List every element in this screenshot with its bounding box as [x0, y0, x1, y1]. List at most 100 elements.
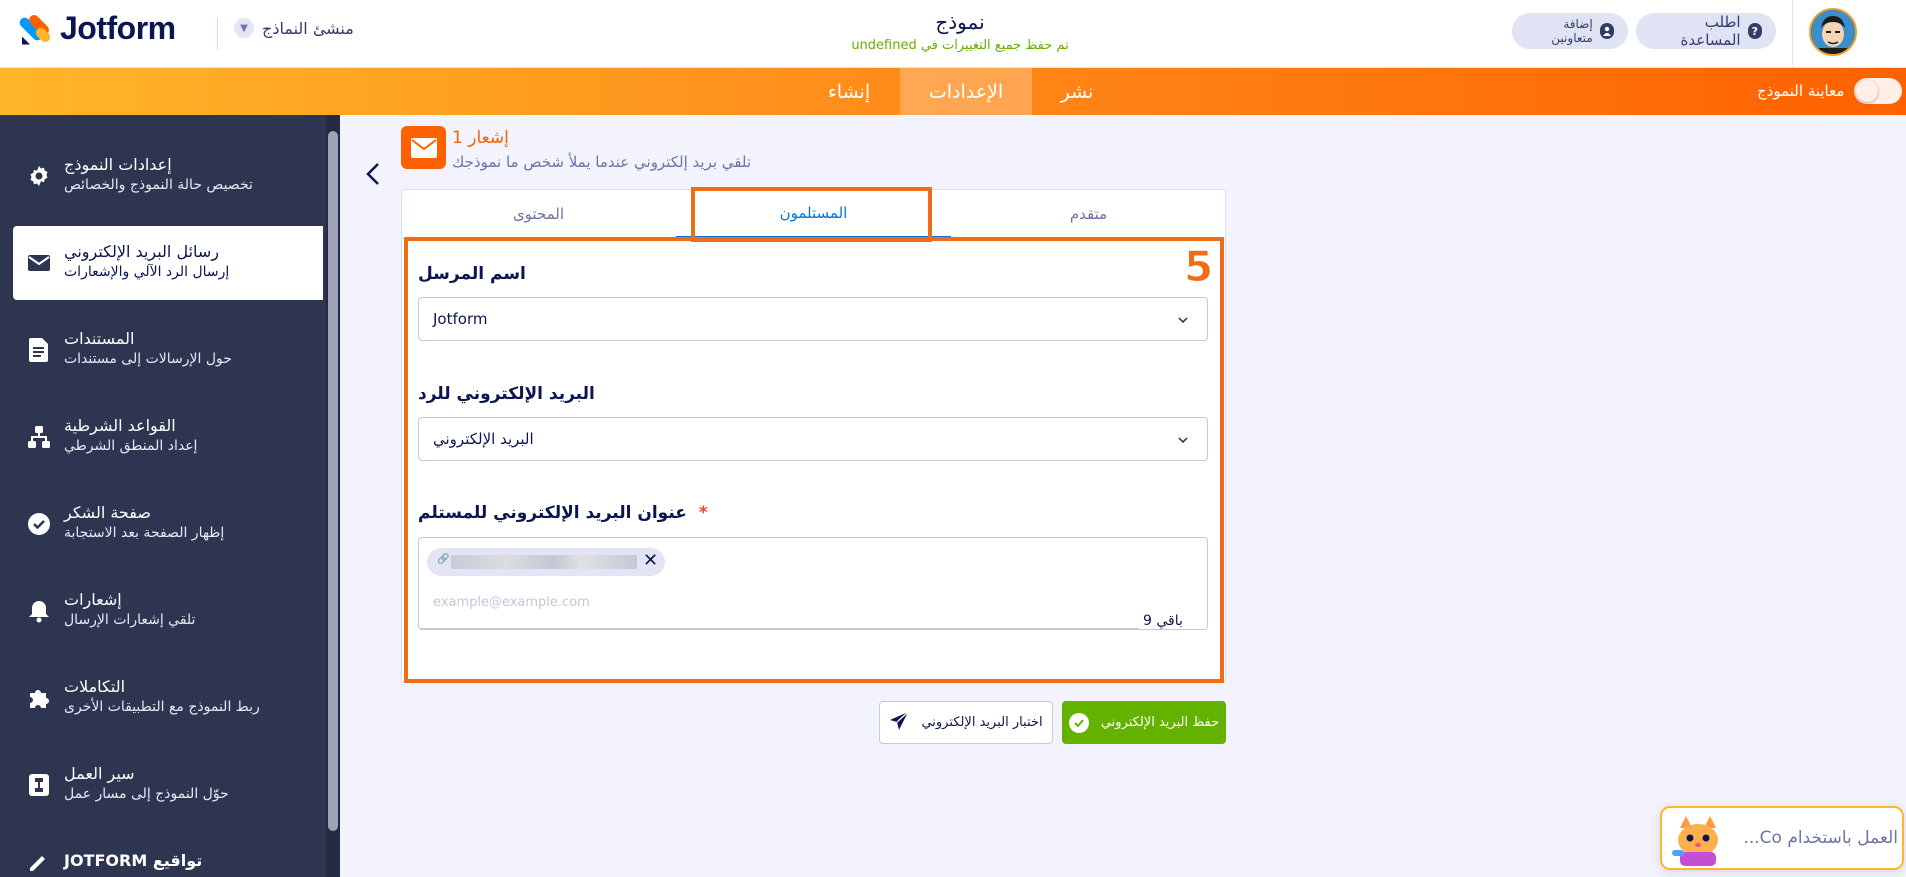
- tutorial-step-number: 5: [1183, 242, 1214, 292]
- sidebar-item-title: القواعد الشرطية: [64, 416, 176, 435]
- hierarchy-icon: [26, 424, 52, 450]
- sidebar-item-text: المستندات حول الإرسالات إلى مستندات: [64, 329, 314, 367]
- builder-navbar: إنشاء الإعدادات نشر معاينة النموذج: [0, 68, 1906, 115]
- sidebar-item-form-settings[interactable]: إعدادات النموذج تخصيص حالة النموذج والخص…: [13, 139, 323, 213]
- sender-name-label: اسم المرسل: [418, 264, 526, 284]
- email-notification-icon: [401, 126, 446, 169]
- recipient-email-label-text: عنوان البريد الإلكتروني للمستلم: [418, 503, 687, 523]
- recipient-email-input[interactable]: 🔗 ✕ example@example.com باقي 9: [418, 537, 1208, 630]
- sidebar-item-text: التكاملات ربط النموذج مع التطبيقات الأخر…: [64, 677, 314, 715]
- workflow-icon: [26, 772, 52, 798]
- check-icon: [1068, 712, 1089, 733]
- sidebar-item-conditions[interactable]: القواعد الشرطية إعداد المنطق الشرطي: [13, 400, 323, 474]
- add-collaborators-button[interactable]: إضافة متعاونين: [1512, 13, 1628, 49]
- top-header: Jotform منشئ النماذج ▼ نموذج تم حفظ جميع…: [0, 0, 1906, 68]
- get-help-button[interactable]: ? اطلب المساعدة: [1636, 13, 1776, 49]
- tab-advanced[interactable]: متقدم: [951, 189, 1226, 239]
- question-icon: ?: [1747, 23, 1762, 39]
- sidebar-item-text: إشعارات تلقي إشعارات الإرسال: [64, 590, 314, 628]
- jotform-logo[interactable]: Jotform: [17, 10, 176, 47]
- envelope-icon: [26, 250, 52, 276]
- sidebar-item-subtitle: إعداد المنطق الشرطي: [64, 438, 198, 454]
- tab-settings[interactable]: الإعدادات: [900, 68, 1032, 115]
- remaining-count: باقي 9: [1139, 613, 1187, 629]
- sidebar-item-subtitle: إرسال الرد الآلي والإشعارات: [64, 264, 230, 280]
- sidebar-item-title: صفحة الشكر: [64, 503, 151, 522]
- form-preview-label: معاينة النموذج: [1757, 82, 1845, 100]
- sidebar-item-text: رسائل البريد الإلكتروني إرسال الرد الآلي…: [64, 242, 314, 280]
- back-arrow-icon[interactable]: [364, 162, 384, 186]
- chevron-down-icon: [1177, 432, 1189, 444]
- remove-tag-icon[interactable]: ✕: [643, 550, 658, 571]
- reply-to-value: البريد الإلكتروني: [433, 430, 534, 448]
- sidebar-item-title: التكاملات: [64, 677, 126, 696]
- redacted-email: [451, 555, 637, 569]
- sidebar-item-sign[interactable]: JOTFORM تواقيع: [13, 835, 323, 877]
- sidebar-item-title: رسائل البريد الإلكتروني: [64, 242, 220, 261]
- save-status: تم حفظ جميع التغييرات في undefined: [851, 38, 1069, 53]
- form-title[interactable]: نموذج: [780, 10, 1140, 34]
- notification-subtitle: تلقي بريد إلكتروني عندما يملأ شخص ما نمو…: [452, 153, 752, 171]
- form-title-area: نموذج تم حفظ جميع التغييرات في undefined: [780, 10, 1140, 53]
- tutorial-highlight-tab: [691, 187, 932, 242]
- required-asterisk: *: [698, 503, 708, 523]
- puzzle-icon: [26, 685, 52, 711]
- document-icon: [26, 337, 52, 363]
- get-help-label: اطلب المساعدة: [1680, 13, 1741, 49]
- add-collaborators-label: إضافة متعاونين: [1551, 17, 1593, 45]
- sidebar-scrollbar-thumb[interactable]: [328, 131, 338, 831]
- form-preview-toggle-area: معاينة النموذج: [1757, 78, 1903, 104]
- sender-name-select[interactable]: Jotform: [418, 297, 1208, 341]
- signature-icon: [26, 847, 52, 873]
- sidebar-item-documents[interactable]: المستندات حول الإرسالات إلى مستندات: [13, 313, 323, 387]
- input-underline: [419, 628, 1149, 629]
- sidebar-item-text: إعدادات النموذج تخصيص حالة النموذج والخص…: [64, 155, 314, 193]
- tab-create[interactable]: إنشاء: [800, 68, 898, 115]
- sidebar-item-subtitle: حول الإرسالات إلى مستندات: [64, 351, 232, 367]
- recipient-email-tag: 🔗 ✕: [427, 548, 665, 576]
- notification-heading: إشعار 1: [452, 128, 509, 148]
- chevron-down-icon: ▼: [234, 18, 254, 38]
- check-circle-icon: [26, 511, 52, 537]
- tab-content[interactable]: المحتوى: [401, 189, 676, 239]
- paper-plane-icon: [889, 711, 909, 735]
- sidebar-item-notifications[interactable]: إشعارات تلقي إشعارات الإرسال: [13, 574, 323, 648]
- sidebar-item-integrations[interactable]: التكاملات ربط النموذج مع التطبيقات الأخر…: [13, 661, 323, 735]
- ai-agent-widget[interactable]: العمل باستخدام Co...: [1660, 806, 1904, 870]
- save-email-button[interactable]: حفظ البريد الإلكتروني: [1062, 701, 1226, 744]
- bell-icon: [26, 598, 52, 624]
- sidebar-item-subtitle: حوّل النموذج إلى مسار عمل: [64, 786, 229, 802]
- reply-to-label: البريد الإلكتروني للرد: [418, 384, 595, 404]
- tab-publish[interactable]: نشر: [1032, 68, 1122, 115]
- avatar[interactable]: [1809, 8, 1857, 56]
- sidebar-item-subtitle: إظهار الصفحة بعد الاستجابة: [64, 525, 225, 541]
- link-icon: 🔗: [437, 554, 450, 565]
- sidebar-item-text: القواعد الشرطية إعداد المنطق الشرطي: [64, 416, 314, 454]
- sidebar-item-title: سير العمل: [64, 764, 135, 783]
- user-icon: [1599, 23, 1614, 39]
- sidebar-item-text: سير العمل حوّل النموذج إلى مسار عمل: [64, 764, 314, 802]
- sidebar-item-title: إشعارات: [64, 590, 122, 609]
- form-preview-toggle[interactable]: [1854, 78, 1903, 104]
- sidebar-item-workflow[interactable]: سير العمل حوّل النموذج إلى مسار عمل: [13, 748, 323, 822]
- sidebar-item-title: إعدادات النموذج: [64, 155, 172, 174]
- chevron-down-icon: [1177, 312, 1189, 324]
- sidebar-item-title: JOTFORM تواقيع: [64, 851, 203, 870]
- test-email-button[interactable]: اختبار البريد الإلكتروني: [879, 701, 1053, 744]
- gear-icon: [26, 163, 52, 189]
- header-divider: [217, 18, 218, 50]
- sidebar-item-title: المستندات: [64, 329, 135, 348]
- form-builder-dropdown[interactable]: منشئ النماذج ▼: [234, 18, 354, 38]
- header-divider: [1792, 0, 1793, 68]
- mascot-icon: [1670, 814, 1726, 868]
- recipient-email-placeholder: example@example.com: [433, 595, 590, 610]
- jotform-logo-mark: [17, 11, 53, 47]
- sender-name-value: Jotform: [433, 310, 488, 328]
- test-email-label: اختبار البريد الإلكتروني: [921, 715, 1043, 730]
- form-builder-label: منشئ النماذج: [262, 18, 354, 38]
- reply-to-select[interactable]: البريد الإلكتروني: [418, 417, 1208, 461]
- sidebar-item-emails[interactable]: رسائل البريد الإلكتروني إرسال الرد الآلي…: [13, 226, 323, 300]
- sidebar-item-subtitle: تلقي إشعارات الإرسال: [64, 612, 196, 628]
- logo-text: Jotform: [60, 10, 176, 46]
- sidebar-item-thank-you[interactable]: صفحة الشكر إظهار الصفحة بعد الاستجابة: [13, 487, 323, 561]
